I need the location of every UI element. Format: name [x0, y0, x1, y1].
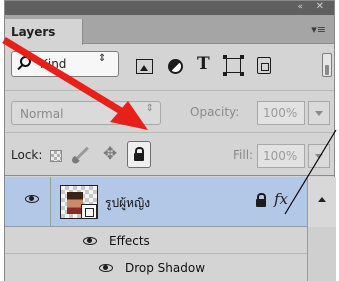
filter-kind-label: Kind: [40, 57, 67, 71]
close-icon[interactable]: ✕: [316, 1, 324, 12]
panel-menu-icon[interactable]: ▾≡: [311, 23, 326, 36]
layer-list: รูปผู้หญิง fx Effects Drop Shadow: [5, 177, 336, 281]
pixel-layer-filter-icon[interactable]: [136, 59, 153, 74]
adjustment-layer-filter-icon[interactable]: [168, 59, 183, 74]
blend-mode-value: Normal: [20, 107, 64, 121]
layer-thumbnail: [60, 185, 98, 219]
lock-row: Lock: ✥ Fill: 100%: [5, 132, 334, 176]
effects-row[interactable]: Effects: [5, 228, 307, 254]
lock-transparent-pixels-icon[interactable]: [50, 150, 62, 162]
type-layer-filter-icon[interactable]: T: [197, 54, 210, 74]
fill-dropdown-button[interactable]: [308, 144, 330, 168]
layer-effects-fx-icon[interactable]: fx: [274, 190, 288, 208]
lock-label: Lock:: [11, 148, 43, 162]
visibility-eye-icon[interactable]: [25, 195, 39, 203]
opacity-dropdown-button[interactable]: [308, 101, 330, 125]
lock-all-button[interactable]: [127, 141, 151, 168]
opacity-input[interactable]: 100%: [257, 101, 305, 125]
lock-position-icon[interactable]: ✥: [103, 144, 117, 164]
panel-tab-bar: Layers ▾≡: [5, 15, 334, 45]
opacity-label: Opacity:: [190, 105, 240, 119]
filter-row: Kind ⇕ T: [5, 45, 334, 89]
layers-panel: « ✕ Layers ▾≡ Kind ⇕ T Normal ⇕ Opacity:…: [4, 0, 336, 281]
visibility-column-divider: [50, 177, 51, 226]
fill-input[interactable]: 100%: [257, 144, 305, 168]
layer-lock-icon: [256, 193, 266, 207]
fill-label: Fill:: [233, 148, 254, 162]
smart-object-badge-icon: [81, 204, 97, 219]
collapse-icon[interactable]: «: [297, 2, 302, 12]
lock-image-pixels-icon[interactable]: [74, 146, 89, 162]
effects-visibility-eye-icon[interactable]: [83, 237, 97, 245]
lock-icon: [134, 147, 144, 161]
panel-title-bar: « ✕: [5, 1, 334, 15]
layer-row-selected[interactable]: รูปผู้หญิง fx: [5, 177, 336, 227]
scroll-up-button[interactable]: [307, 177, 336, 227]
layer-list-scrollbar[interactable]: [307, 227, 336, 281]
select-arrows-icon: ⇕: [98, 53, 107, 64]
drop-shadow-label: Drop Shadow: [125, 261, 206, 275]
shape-layer-filter-icon[interactable]: [223, 55, 241, 73]
blend-row: Normal ⇕ Opacity: 100%: [5, 90, 334, 132]
layer-name[interactable]: รูปผู้หญิง: [105, 194, 150, 213]
filter-toggle-switch[interactable]: [322, 53, 332, 77]
effects-label: Effects: [109, 234, 150, 248]
drop-shadow-row[interactable]: Drop Shadow: [5, 255, 307, 281]
filter-kind-select[interactable]: Kind ⇕: [11, 51, 119, 77]
search-icon: [20, 56, 31, 67]
drop-shadow-visibility-eye-icon[interactable]: [99, 264, 113, 272]
select-arrows-icon: ⇕: [145, 103, 154, 114]
blend-mode-select[interactable]: Normal ⇕: [11, 101, 161, 125]
tab-layers[interactable]: Layers: [5, 19, 83, 45]
smart-object-filter-icon[interactable]: [257, 57, 271, 74]
